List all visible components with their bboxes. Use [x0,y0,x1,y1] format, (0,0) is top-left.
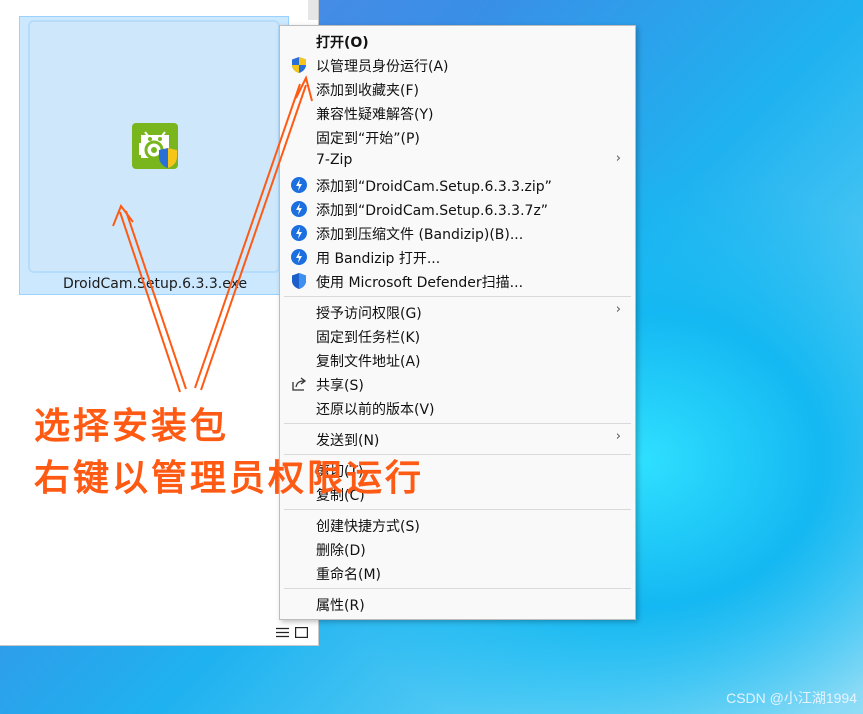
menu-item-copy-file-path[interactable]: 复制文件地址(A) [280,348,635,372]
menu-item-label: 添加到压缩文件 (Bandizip)(B)... [316,227,524,243]
menu-item-label: 还原以前的版本(V) [316,402,435,418]
menu-item-label: 复制文件地址(A) [316,354,421,370]
menu-item-label: 使用 Microsoft Defender扫描... [316,275,524,291]
menu-item-pin-to-start[interactable]: 固定到“开始”(P) [280,125,635,149]
menu-item-share[interactable]: 共享(S) [280,372,635,396]
menu-item-run-as-admin[interactable]: 以管理员身份运行(A) [280,53,635,77]
submenu-arrow-icon: › [615,151,621,166]
context-menu: 打开(O) 以管理员身份运行(A) 添加到收藏夹(F) 兼容性疑难解答(Y) 固… [279,25,636,620]
menu-item-defender-scan[interactable]: 使用 Microsoft Defender扫描... [280,269,635,293]
scrollbar[interactable] [308,0,318,20]
large-icons-view-icon[interactable] [295,627,308,638]
menu-item-label: 用 Bandizip 打开... [316,251,441,267]
bandizip-icon [291,225,307,241]
menu-item-add-to-7z[interactable]: 添加到“DroidCam.Setup.6.3.3.7z” [280,197,635,221]
menu-item-label: 发送到(N) [316,433,380,449]
menu-item-add-to-zip[interactable]: 添加到“DroidCam.Setup.6.3.3.zip” [280,173,635,197]
submenu-arrow-icon: › [615,302,621,317]
menu-item-restore-previous-versions[interactable]: 还原以前的版本(V) [280,396,635,420]
menu-item-properties[interactable]: 属性(R) [280,592,635,616]
menu-item-label: 固定到任务栏(K) [316,330,421,346]
menu-item-open-with-bandizip[interactable]: 用 Bandizip 打开... [280,245,635,269]
share-icon [292,377,307,391]
menu-item-7zip[interactable]: 7-Zip › [280,149,635,173]
file-item-selected[interactable]: DroidCam.Setup.6.3.3.exe [19,16,289,295]
menu-separator [284,588,631,589]
view-toggle-group [276,627,308,638]
menu-item-label: 兼容性疑难解答(Y) [316,107,434,123]
menu-item-label: 添加到“DroidCam.Setup.6.3.3.7z” [316,203,549,219]
uac-shield-icon [292,57,306,73]
menu-item-label: 7-Zip [316,152,353,168]
menu-item-label: 打开(O) [316,35,369,51]
annotation-line-2: 右键以管理员权限运行 [34,458,425,499]
bandizip-icon [291,201,307,217]
menu-separator [284,423,631,424]
menu-item-send-to[interactable]: 发送到(N) › [280,427,635,451]
submenu-arrow-icon: › [615,429,621,444]
menu-item-label: 创建快捷方式(S) [316,519,420,535]
bandizip-icon [291,249,307,265]
menu-item-label: 添加到收藏夹(F) [316,83,419,99]
menu-item-label: 重命名(M) [316,567,382,583]
menu-item-label: 属性(R) [316,598,365,614]
menu-item-add-to-favorites[interactable]: 添加到收藏夹(F) [280,77,635,101]
menu-item-rename[interactable]: 重命名(M) [280,561,635,585]
file-name-label: DroidCam.Setup.6.3.3.exe [62,276,248,292]
menu-item-label: 共享(S) [316,378,364,394]
menu-item-label: 以管理员身份运行(A) [316,59,449,75]
annotation-line-1: 选择安装包 [34,406,230,447]
menu-item-troubleshoot-compatibility[interactable]: 兼容性疑难解答(Y) [280,101,635,125]
bandizip-icon [291,177,307,193]
menu-item-label: 删除(D) [316,543,366,559]
menu-item-label: 添加到“DroidCam.Setup.6.3.3.zip” [316,179,552,195]
menu-item-create-shortcut[interactable]: 创建快捷方式(S) [280,513,635,537]
details-view-icon[interactable] [276,627,289,638]
menu-item-grant-access[interactable]: 授予访问权限(G) › [280,300,635,324]
menu-item-add-to-archive-bandizip[interactable]: 添加到压缩文件 (Bandizip)(B)... [280,221,635,245]
menu-separator [284,509,631,510]
menu-item-label: 固定到“开始”(P) [316,131,420,147]
menu-item-label: 授予访问权限(G) [316,306,422,322]
defender-shield-icon [292,273,306,289]
menu-item-pin-to-taskbar[interactable]: 固定到任务栏(K) [280,324,635,348]
menu-separator [284,296,631,297]
menu-item-open[interactable]: 打开(O) [280,29,635,53]
watermark-text: CSDN @小江湖1994 [726,690,857,706]
menu-item-delete[interactable]: 删除(D) [280,537,635,561]
droidcam-app-icon [132,123,178,169]
file-explorer-window: DroidCam.Setup.6.3.3.exe [0,0,319,646]
